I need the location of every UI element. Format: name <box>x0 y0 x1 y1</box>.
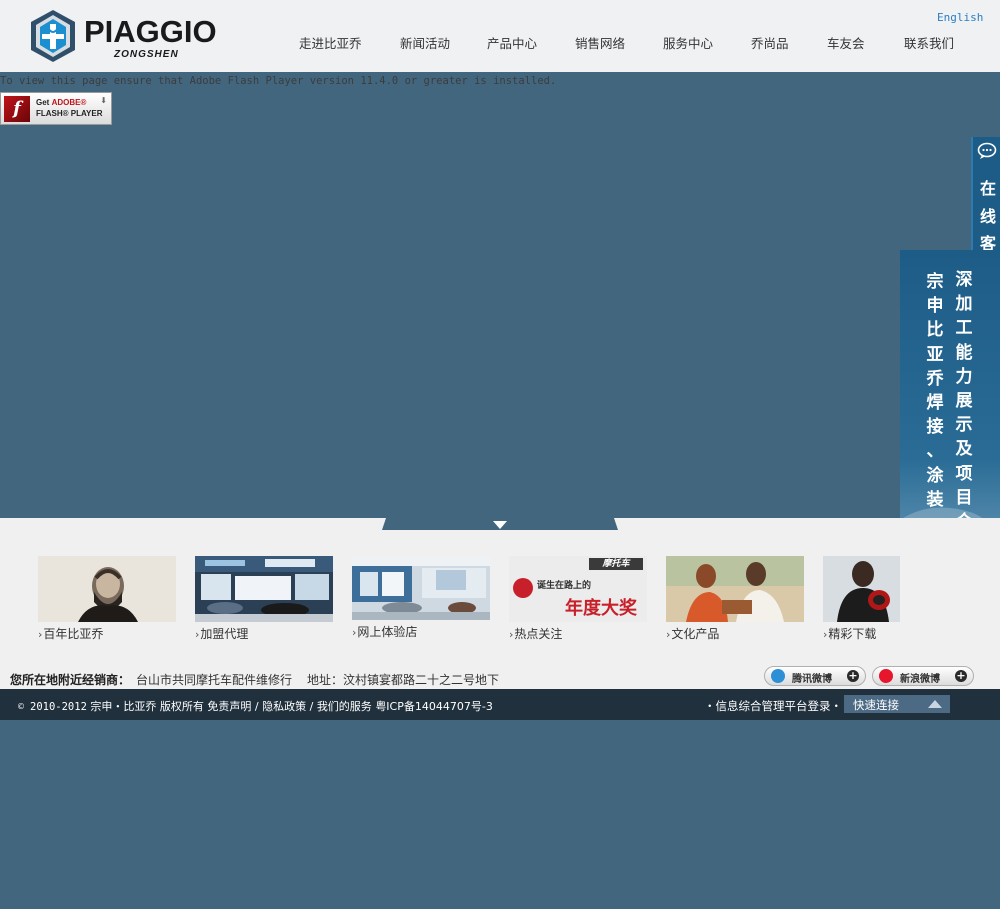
chevron-up-icon <box>928 700 942 708</box>
platform-login-link[interactable]: ・信息综合管理平台登录・ <box>704 698 842 714</box>
flash-icon: f <box>4 96 30 122</box>
side-banner-char: 亚 <box>926 344 944 365</box>
thumb-label: 网上体验店 <box>357 625 418 639</box>
english-link[interactable]: English <box>937 11 983 24</box>
services-link[interactable]: 我们的服务 <box>317 700 372 713</box>
side-banner-char: 乔 <box>926 368 944 389</box>
nav-service[interactable]: 服务中心 <box>663 33 713 52</box>
nav-about[interactable]: 走进比亚乔 <box>299 33 362 52</box>
nav-products[interactable]: 产品中心 <box>487 33 537 52</box>
side-banner-char: 示 <box>955 415 973 436</box>
flash-button-line2: FLASH® PLAYER <box>36 109 103 118</box>
thumb-online-store[interactable]: ›网上体验店 <box>352 556 490 640</box>
chevron-right-icon: › <box>823 628 828 641</box>
thumb-century-piaggio[interactable]: ›百年比亚乔 <box>38 556 176 642</box>
side-banner-char: 、 <box>926 441 944 462</box>
showroom-photo-icon <box>195 556 333 622</box>
side-banner-char: 深 <box>955 270 973 290</box>
sina-weibo-label: 新浪微博 <box>900 674 940 685</box>
nav-news[interactable]: 新闻活动 <box>400 33 450 52</box>
portrait-photo-icon <box>38 556 176 622</box>
tencent-weibo-icon <box>771 669 785 683</box>
side-banner-char: 申 <box>926 296 944 317</box>
side-banner-char: 接 <box>926 417 944 438</box>
service-tab-char: 在 <box>979 179 996 198</box>
copyright-icon: © <box>17 702 25 711</box>
award-banner-small: 诞生在路上的 <box>537 581 592 591</box>
quick-links-label: 快速连接 <box>853 698 899 712</box>
side-banner-char: 比 <box>926 320 944 341</box>
side-banner-char: 加 <box>955 294 973 315</box>
chevron-right-icon: › <box>352 626 357 639</box>
thumb-label: 热点关注 <box>514 627 563 641</box>
logo-wordmark: PIAGGIO <box>84 14 217 49</box>
header: PIAGGIO ZONGSHEN English 走进比亚乔 新闻活动 产品中心… <box>0 0 1000 72</box>
side-banner-char: 涂 <box>926 465 944 486</box>
side-banner-char: 装 <box>926 489 944 510</box>
toggle-down-arrow-icon[interactable] <box>493 521 507 529</box>
nav-sales-network[interactable]: 销售网络 <box>575 33 625 52</box>
thumb-label: 精彩下载 <box>828 627 877 641</box>
footer-rights: 版权所有 <box>159 700 204 713</box>
couple-photo-icon <box>666 556 804 622</box>
footer-copyright: © 2010-2012 宗申・比亚乔 版权所有 免责声明 / 隐私政策 / 我们的… <box>17 700 493 713</box>
thumb-label: 文化产品 <box>671 627 720 641</box>
dealer-label: 您所在地附近经销商： <box>10 673 131 687</box>
logo-subtitle: ZONGSHEN <box>114 49 179 60</box>
thumb-culture-products[interactable]: ›文化产品 <box>666 556 804 642</box>
rider-photo-icon <box>823 556 900 622</box>
thumb-hot-topics[interactable]: 摩托车 诞生在路上的 年度大奖 ›热点关注 <box>509 556 647 642</box>
thumb-label: 加盟代理 <box>200 627 249 641</box>
disclaimer-link[interactable]: 免责声明 <box>207 700 251 713</box>
privacy-link[interactable]: 隐私政策 <box>262 700 306 713</box>
piaggio-logo[interactable]: PIAGGIO ZONGSHEN <box>28 8 220 64</box>
get-flash-player-button[interactable]: f Get ADOBE® FLASH® PLAYER ⬇ <box>0 92 112 125</box>
quick-links-dropdown[interactable]: 快速连接 <box>844 695 950 713</box>
feature-thumbnails: ›百年比亚乔 ›加盟代理 ›网上体验店 摩托车 诞生在路上的 年度大奖 ›热点关… <box>38 556 938 646</box>
dealer-name[interactable]: 台山市共同摩托车配件维修行 <box>136 673 292 687</box>
side-banner-char: 能 <box>955 342 973 363</box>
store-photo-icon <box>352 556 490 620</box>
side-banner-char: 宗 <box>926 272 944 292</box>
nearby-dealer-info: 您所在地附近经销商： 台山市共同摩托车配件维修行 地址：汶村镇宴都路二十之二号地下 <box>10 671 499 688</box>
tencent-weibo-label: 腾讯微博 <box>792 674 832 685</box>
flash-required-message: To view this page ensure that Adobe Flas… <box>0 75 557 87</box>
chevron-right-icon: › <box>38 628 43 641</box>
chevron-right-icon: › <box>666 628 671 641</box>
chevron-right-icon: › <box>195 628 200 641</box>
side-banner-char: 焊 <box>926 393 944 414</box>
footer-years: 2010-2012 <box>30 701 87 713</box>
piaggio-shield-icon <box>31 10 75 62</box>
thumb-downloads[interactable]: ›精彩下载 <box>823 556 961 642</box>
icp-number[interactable]: 粤ICP备14044707号-3 <box>375 700 493 713</box>
thumb-franchise[interactable]: ›加盟代理 <box>195 556 333 642</box>
nav-contact[interactable]: 联系我们 <box>904 33 954 52</box>
chat-bubble-icon <box>977 142 997 159</box>
flash-button-line1: Get ADOBE® <box>36 98 87 107</box>
dealer-address-label: 地址： <box>307 673 344 687</box>
sina-weibo-button[interactable]: 新浪微博 + <box>872 666 974 686</box>
download-arrow-icon: ⬇ <box>100 96 107 105</box>
award-banner-icon: 摩托车 诞生在路上的 年度大奖 <box>509 556 647 622</box>
sina-weibo-icon <box>879 669 893 683</box>
chevron-right-icon: › <box>509 628 514 641</box>
footer-brand: 宗申・比亚乔 <box>90 700 157 713</box>
side-banner-char: 项 <box>955 463 973 484</box>
side-banner-char: 工 <box>955 318 973 339</box>
dealer-address: 汶村镇宴都路二十之二号地下 <box>343 673 500 687</box>
plus-icon: + <box>955 669 967 682</box>
side-banner-char: 力 <box>955 366 973 387</box>
plus-icon: + <box>847 669 859 682</box>
thumb-label: 百年比亚乔 <box>43 627 104 641</box>
service-tab-char: 线 <box>979 206 996 226</box>
award-banner-top: 摩托车 <box>589 558 643 570</box>
side-banner-char: 目 <box>955 487 973 508</box>
side-banner-char: 及 <box>955 439 973 460</box>
nav-merchandise[interactable]: 乔尚品 <box>751 33 789 52</box>
side-banner-title-right: 深加工能力展示及项目合作 <box>953 268 975 558</box>
side-banner-char: 展 <box>955 391 973 412</box>
tencent-weibo-button[interactable]: 腾讯微博 + <box>764 666 866 686</box>
nav-club[interactable]: 车友会 <box>827 33 865 52</box>
award-banner-big: 年度大奖 <box>565 598 637 619</box>
